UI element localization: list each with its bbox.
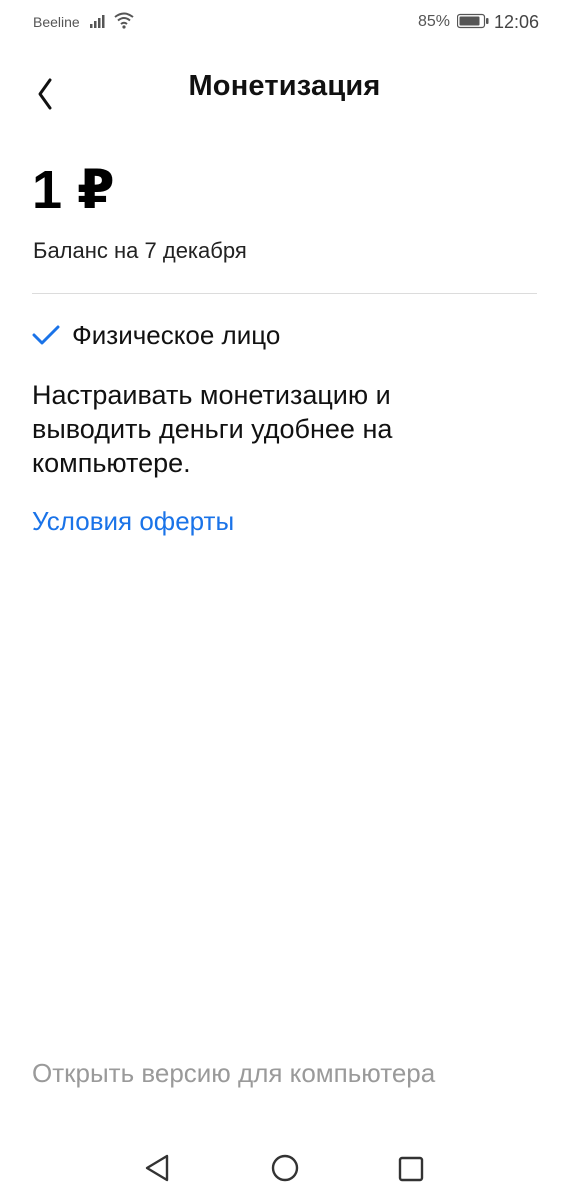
- system-nav-bar: [0, 1136, 569, 1200]
- battery-icon: [456, 13, 489, 34]
- app-header: Монетизация: [0, 60, 569, 116]
- check-icon: [32, 324, 60, 351]
- offer-terms-link[interactable]: Условия оферты: [32, 506, 234, 537]
- info-text: Настраивать монетизацию и выводить деньг…: [32, 380, 393, 478]
- status-bar: Beeline 85% 12:06: [0, 0, 569, 44]
- recents-square-icon[interactable]: [398, 1156, 424, 1187]
- carrier-name: Beeline: [33, 14, 80, 30]
- page-title: Монетизация: [188, 70, 381, 102]
- clock: 12:06: [494, 12, 540, 32]
- legal-status-label: Физическое лицо: [72, 320, 281, 350]
- back-triangle-icon[interactable]: [143, 1152, 173, 1189]
- balance-amount: 1 ₽: [32, 160, 115, 220]
- battery-percentage: 85%: [418, 13, 451, 30]
- open-desktop-version-link[interactable]: Открыть версию для компьютера: [32, 1058, 435, 1089]
- divider: [32, 293, 537, 294]
- wifi-icon: [113, 11, 135, 34]
- balance-caption: Баланс на 7 декабря: [33, 238, 247, 263]
- home-circle-icon[interactable]: [270, 1153, 300, 1188]
- chevron-left-icon: [24, 78, 72, 118]
- signal-icon: [90, 12, 108, 33]
